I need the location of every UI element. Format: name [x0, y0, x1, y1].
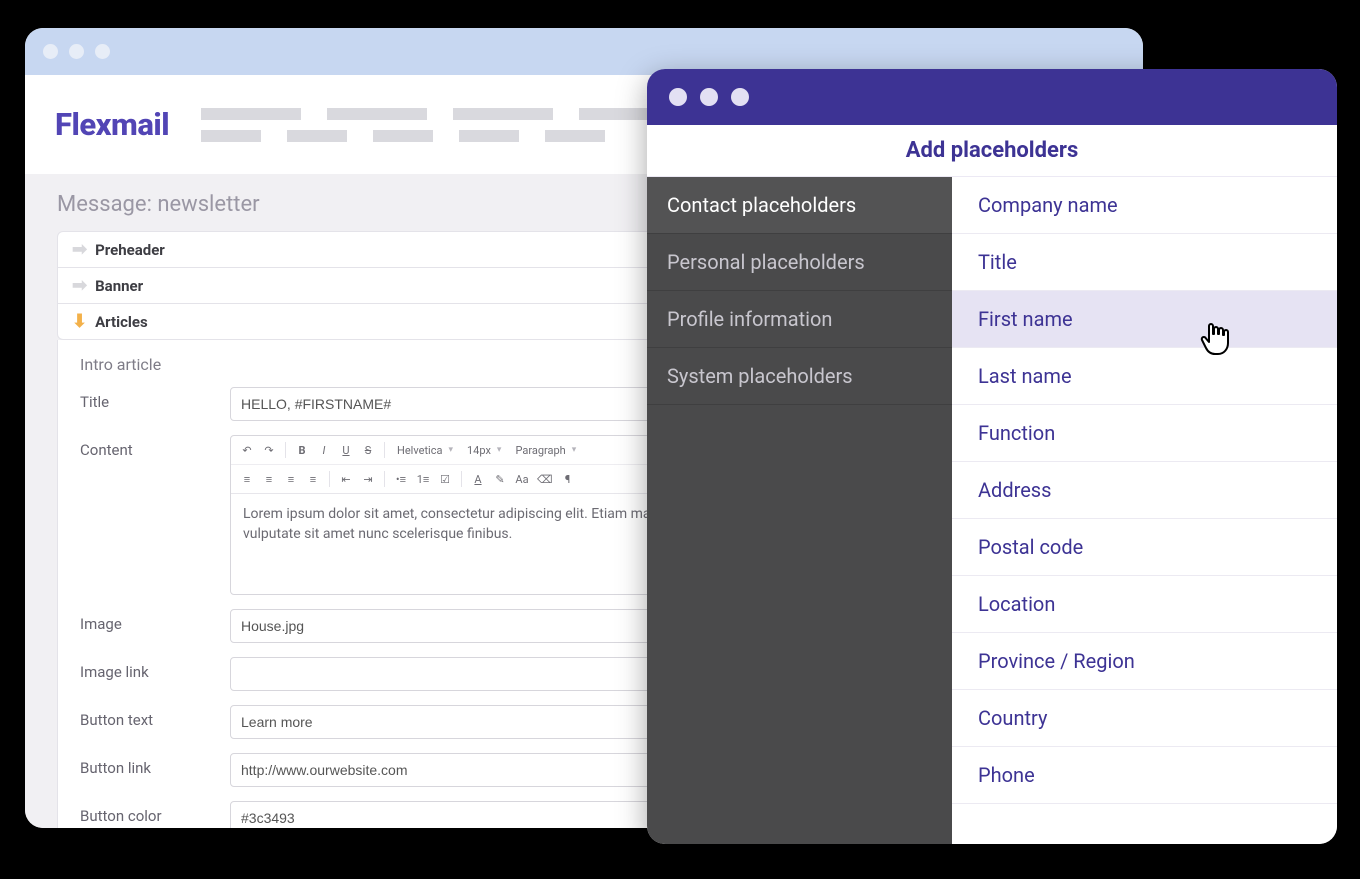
align-right-icon[interactable]: ≡: [281, 469, 301, 489]
nav-placeholder: [459, 130, 519, 142]
section-label: Banner: [95, 277, 143, 295]
indent-icon[interactable]: ⇥: [358, 469, 378, 489]
arrow-down-icon: ⬇: [72, 311, 87, 332]
align-center-icon[interactable]: ≡: [259, 469, 279, 489]
traffic-light-minimize[interactable]: [69, 44, 84, 59]
arrow-right-icon: ➡: [72, 275, 87, 296]
nav-placeholder: [201, 108, 301, 120]
underline-icon[interactable]: U: [336, 440, 356, 460]
category-contact[interactable]: Contact placeholders: [647, 177, 952, 234]
strike-icon[interactable]: S: [358, 440, 378, 460]
window-titlebar: [25, 28, 1143, 75]
nav-placeholder: [545, 130, 605, 142]
traffic-light-zoom[interactable]: [95, 44, 110, 59]
brand-logo: Flexmail: [55, 106, 169, 143]
nav-placeholder: [287, 130, 347, 142]
field-address[interactable]: Address: [952, 462, 1337, 519]
modal-title: Add placeholders: [647, 125, 1337, 177]
traffic-light-close[interactable]: [669, 88, 687, 106]
font-case-icon[interactable]: Aa: [512, 469, 532, 489]
nav-placeholder: [579, 108, 649, 120]
field-province-region[interactable]: Province / Region: [952, 633, 1337, 690]
nav-placeholder: [201, 130, 261, 142]
block-select[interactable]: Paragraph▾: [509, 440, 582, 460]
traffic-light-zoom[interactable]: [731, 88, 749, 106]
field-postal-code[interactable]: Postal code: [952, 519, 1337, 576]
field-company-name[interactable]: Company name: [952, 177, 1337, 234]
field-function[interactable]: Function: [952, 405, 1337, 462]
field-last-name[interactable]: Last name: [952, 348, 1337, 405]
label-image: Image: [80, 609, 220, 633]
paragraph-icon[interactable]: ¶: [558, 469, 578, 489]
outdent-icon[interactable]: ⇤: [336, 469, 356, 489]
align-left-icon[interactable]: ≡: [237, 469, 257, 489]
label-button-link: Button link: [80, 753, 220, 777]
bullet-list-icon[interactable]: •≡: [391, 469, 411, 489]
arrow-right-icon: ➡: [72, 239, 87, 260]
text-color-icon[interactable]: A: [468, 469, 488, 489]
bold-icon[interactable]: B: [292, 440, 312, 460]
field-title[interactable]: Title: [952, 234, 1337, 291]
redo-icon[interactable]: ↷: [259, 440, 279, 460]
placeholders-modal: Add placeholders Contact placeholders Pe…: [647, 69, 1337, 844]
field-country[interactable]: Country: [952, 690, 1337, 747]
font-select[interactable]: Helvetica▾: [391, 440, 459, 460]
field-first-name[interactable]: First name: [952, 291, 1337, 348]
checklist-icon[interactable]: ☑: [435, 469, 455, 489]
placeholder-categories: Contact placeholders Personal placeholde…: [647, 177, 952, 844]
nav-placeholder: [453, 108, 553, 120]
section-label: Preheader: [95, 241, 165, 259]
category-system[interactable]: System placeholders: [647, 348, 952, 405]
category-profile[interactable]: Profile information: [647, 291, 952, 348]
section-label: Articles: [95, 313, 148, 331]
article-heading: Intro article: [80, 355, 161, 374]
clear-format-icon[interactable]: ⌫: [534, 469, 556, 489]
undo-icon[interactable]: ↶: [237, 440, 257, 460]
field-phone[interactable]: Phone: [952, 747, 1337, 804]
number-list-icon[interactable]: 1≡: [413, 469, 433, 489]
label-button-color: Button color: [80, 801, 220, 825]
highlight-icon[interactable]: ✎: [490, 469, 510, 489]
nav-placeholder: [373, 130, 433, 142]
field-location[interactable]: Location: [952, 576, 1337, 633]
traffic-light-minimize[interactable]: [700, 88, 718, 106]
size-select[interactable]: 14px▾: [461, 440, 507, 460]
placeholder-fields: Company name Title First name Last name …: [952, 177, 1337, 844]
label-content: Content: [80, 435, 220, 459]
label-title: Title: [80, 387, 220, 411]
modal-titlebar: [647, 69, 1337, 125]
nav-placeholder: [327, 108, 427, 120]
label-button-text: Button text: [80, 705, 220, 729]
italic-icon[interactable]: I: [314, 440, 334, 460]
label-image-link: Image link: [80, 657, 220, 681]
category-personal[interactable]: Personal placeholders: [647, 234, 952, 291]
traffic-light-close[interactable]: [43, 44, 58, 59]
align-justify-icon[interactable]: ≡: [303, 469, 323, 489]
